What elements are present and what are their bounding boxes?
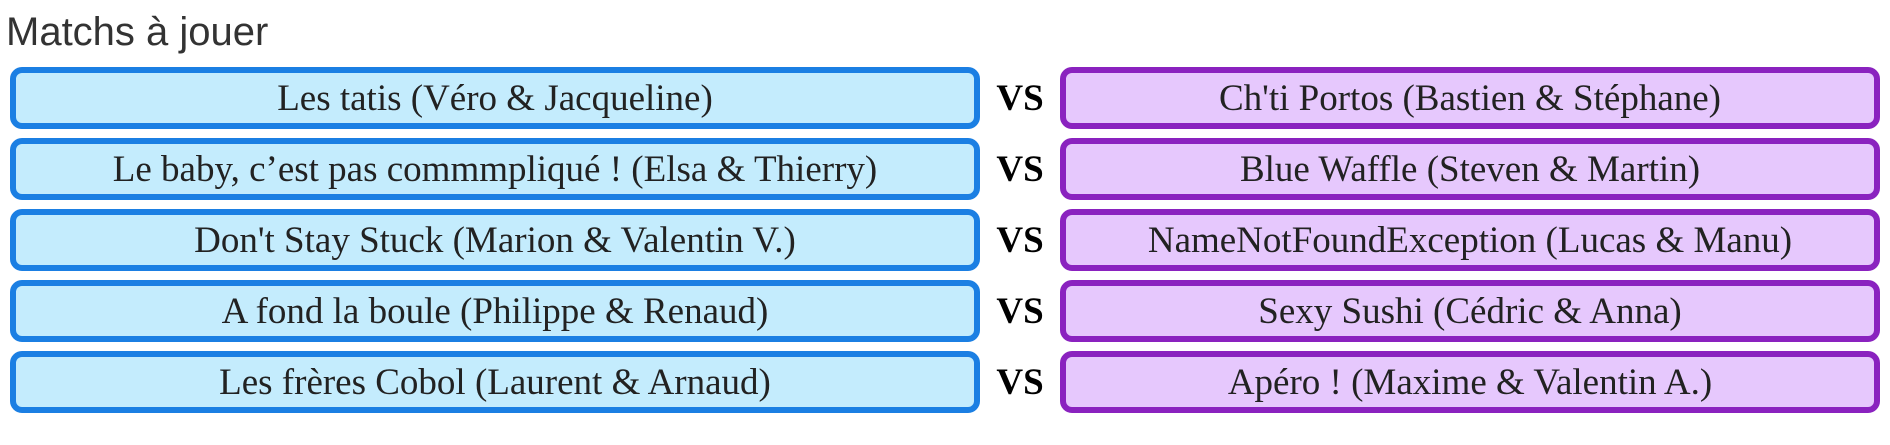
home-team-button[interactable]: Les tatis (Véro & Jacqueline) [10,67,980,129]
match-row: Les tatis (Véro & Jacqueline) VS Ch'ti P… [10,67,1880,129]
home-team-button[interactable]: Don't Stay Stuck (Marion & Valentin V.) [10,209,980,271]
away-team-button[interactable]: Blue Waffle (Steven & Martin) [1060,138,1880,200]
vs-label: VS [996,77,1044,119]
match-row: Le baby, c’est pas commmpliqué ! (Elsa &… [10,138,1880,200]
away-team-button[interactable]: Sexy Sushi (Cédric & Anna) [1060,280,1880,342]
vs-label: VS [996,148,1044,190]
match-list: Les tatis (Véro & Jacqueline) VS Ch'ti P… [10,67,1880,422]
home-team-button[interactable]: A fond la boule (Philippe & Renaud) [10,280,980,342]
vs-label: VS [996,361,1044,403]
match-row: Les frères Cobol (Laurent & Arnaud) VS A… [10,351,1880,413]
vs-label: VS [996,290,1044,332]
page-title: Matchs à jouer [6,10,269,54]
home-team-button[interactable]: Le baby, c’est pas commmpliqué ! (Elsa &… [10,138,980,200]
away-team-button[interactable]: Ch'ti Portos (Bastien & Stéphane) [1060,67,1880,129]
home-team-button[interactable]: Les frères Cobol (Laurent & Arnaud) [10,351,980,413]
match-row: Don't Stay Stuck (Marion & Valentin V.) … [10,209,1880,271]
away-team-button[interactable]: Apéro ! (Maxime & Valentin A.) [1060,351,1880,413]
away-team-button[interactable]: NameNotFoundException (Lucas & Manu) [1060,209,1880,271]
vs-label: VS [996,219,1044,261]
match-row: A fond la boule (Philippe & Renaud) VS S… [10,280,1880,342]
